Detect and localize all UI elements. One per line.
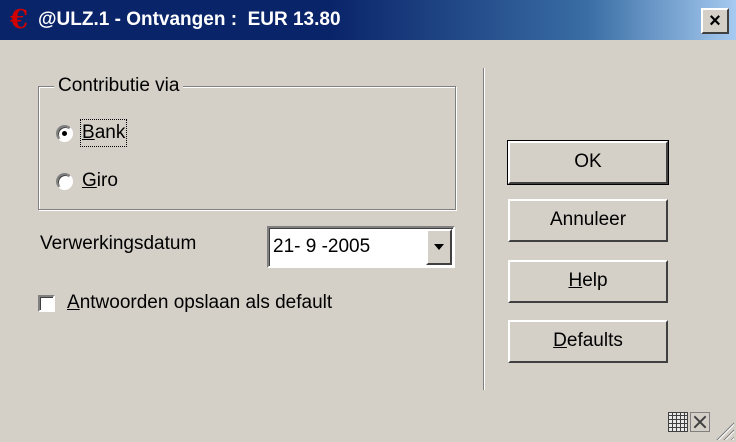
dialog-window: € @ULZ.1 - Ontvangen : EUR 13.80 × Contr…	[0, 0, 736, 442]
expand-icon[interactable]	[690, 412, 710, 432]
radio-giro-indicator[interactable]	[56, 172, 73, 190]
radio-bank[interactable]: Bank	[56, 119, 128, 147]
ok-button[interactable]: OK	[507, 140, 669, 185]
help-button[interactable]: Help	[508, 260, 668, 303]
vertical-separator	[483, 68, 485, 390]
title-bar[interactable]: € @ULZ.1 - Ontvangen : EUR 13.80 ×	[0, 0, 736, 40]
window-title: @ULZ.1 - Ontvangen : EUR 13.80	[38, 9, 341, 30]
status-icons	[668, 412, 710, 434]
defaults-button[interactable]: Defaults	[508, 320, 668, 363]
euro-icon: €	[10, 5, 29, 35]
save-default-checkbox[interactable]	[38, 294, 55, 312]
date-field-label: Verwerkingsdatum	[40, 233, 197, 254]
keyboard-icon[interactable]	[668, 412, 688, 432]
radio-bank-label[interactable]: Bank	[79, 119, 128, 147]
date-value[interactable]: 21- 9 -2005	[273, 228, 370, 266]
radio-giro-label[interactable]: Giro	[82, 169, 118, 193]
save-default-checkbox-row[interactable]: Antwoorden opslaan als default	[38, 290, 332, 316]
chevron-down-icon[interactable]	[426, 229, 452, 265]
close-button[interactable]: ×	[701, 8, 729, 34]
group-label: Contributie via	[54, 74, 184, 98]
date-combobox[interactable]: 21- 9 -2005	[267, 226, 455, 268]
resize-grip-icon[interactable]	[716, 422, 734, 440]
save-default-label[interactable]: Antwoorden opslaan als default	[67, 291, 332, 315]
cancel-button[interactable]: Annuleer	[508, 199, 668, 242]
radio-giro[interactable]: Giro	[56, 168, 118, 194]
radio-bank-indicator[interactable]	[56, 124, 73, 142]
